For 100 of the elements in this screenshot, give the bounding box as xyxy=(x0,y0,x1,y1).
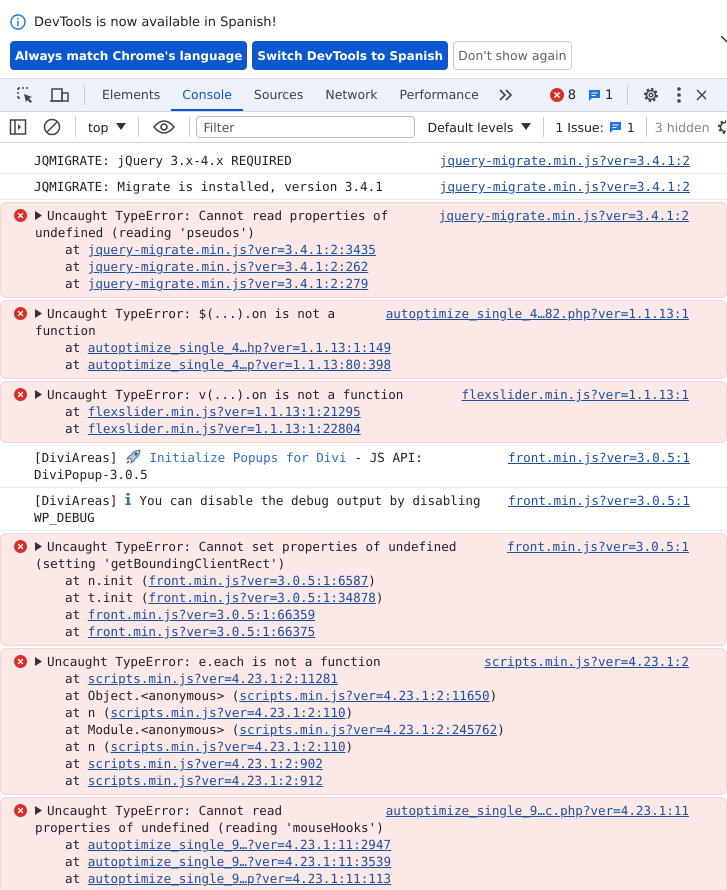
stack-frame-text: at xyxy=(65,340,82,355)
issues-label[interactable]: 1 Issue: xyxy=(555,120,604,134)
message-count[interactable]: 1 xyxy=(605,88,614,102)
info-icon xyxy=(10,14,26,30)
stack-frame-text: ) xyxy=(346,705,354,720)
message-text: function xyxy=(35,323,96,338)
source-link[interactable]: jquery-migrate.min.js?ver=3.4.1:2 xyxy=(440,178,690,195)
expand-icon[interactable] xyxy=(35,806,42,815)
stack-frame-text: at xyxy=(65,773,82,788)
error-icon xyxy=(14,307,27,320)
error-icon xyxy=(14,540,27,553)
stack-frame-link[interactable]: autoptimize_single_4…hp?ver=1.1.13:1:149 xyxy=(88,340,392,355)
stack-frame-text: at n.init ( xyxy=(65,573,148,588)
source-link[interactable]: front.min.js?ver=3.0.5:1 xyxy=(508,492,690,509)
stack-frame-text: at xyxy=(65,871,82,886)
tab[interactable]: Console xyxy=(171,79,243,111)
stack-frame-link[interactable]: autoptimize_single_4…p?ver=1.1.13:80:398 xyxy=(88,357,392,372)
more-options-icon[interactable] xyxy=(676,86,682,104)
stack-frame-link[interactable]: scripts.min.js?ver=4.23.1:2:110 xyxy=(110,705,346,720)
expand-icon[interactable] xyxy=(35,657,42,666)
stack-frame-link[interactable]: jquery-migrate.min.js?ver=3.4.1:2:3435 xyxy=(88,242,376,257)
message-text: Uncaught TypeError: Cannot read properties of xyxy=(47,208,388,223)
message-icon xyxy=(588,88,602,102)
stack-frame-text: at xyxy=(65,259,82,274)
stack-frame-link[interactable]: front.min.js?ver=3.0.5:1:66375 xyxy=(88,624,316,639)
stack-frame-text: at xyxy=(65,624,82,639)
message-text: You can disable the debug output by disabling xyxy=(139,493,481,508)
stack-frame-text: at xyxy=(65,671,82,686)
message-text: properties of undefined (reading 'mouseHooks') xyxy=(35,820,384,835)
stack-frame-link[interactable]: autoptimize_single_9…p?ver=4.23.1:11:113 xyxy=(88,871,392,886)
stack-frame-link[interactable]: flexslider.min.js?ver=1.1.13:1:22804 xyxy=(88,421,361,436)
stack-frame-link[interactable]: jquery-migrate.min.js?ver=3.4.1:2:262 xyxy=(88,259,368,274)
stack-frame-link[interactable]: jquery-migrate.min.js?ver=3.4.1:2:279 xyxy=(88,276,368,291)
info-icon xyxy=(125,493,132,505)
source-link[interactable]: scripts.min.js?ver=4.23.1:2 xyxy=(484,653,689,670)
stack-frame-link[interactable]: flexslider.min.js?ver=1.1.13:1:21295 xyxy=(88,404,361,419)
source-link[interactable]: front.min.js?ver=3.0.5:1 xyxy=(507,538,689,555)
tab[interactable]: Performance xyxy=(388,79,490,111)
source-link[interactable]: autoptimize_single_4…82.php?ver=1.1.13:1 xyxy=(386,305,689,322)
message-text: (setting 'getBoundingClientRect') xyxy=(35,556,286,571)
sidebar-icon[interactable] xyxy=(9,118,27,136)
expand-icon[interactable] xyxy=(35,211,42,220)
stack-frame-text: at n ( xyxy=(65,705,110,720)
stack-frame-link[interactable]: front.min.js?ver=3.0.5:1:66359 xyxy=(88,607,316,622)
stack-frame-link[interactable]: scripts.min.js?ver=4.23.1:2:902 xyxy=(88,756,323,771)
more-tabs-icon[interactable] xyxy=(498,88,514,102)
message-text: Uncaught TypeError: Cannot read xyxy=(47,803,282,818)
stack-frame-text: ) xyxy=(376,590,384,605)
expand-icon[interactable] xyxy=(35,542,42,551)
settings-icon[interactable] xyxy=(716,118,726,136)
error-icon xyxy=(14,655,27,668)
filter-field[interactable]: Filter xyxy=(196,116,416,138)
eye-icon[interactable] xyxy=(153,120,176,134)
caret-icon xyxy=(116,123,126,131)
stack-frame-text: at xyxy=(65,404,82,419)
context-dropdown[interactable]: top xyxy=(82,120,132,134)
message-text: [DiviAreas] xyxy=(34,493,118,508)
message-text: Initialize Popups for Divi xyxy=(149,450,347,465)
issues-count[interactable]: 1 xyxy=(626,120,635,134)
error-count[interactable]: 8 xyxy=(568,88,576,102)
expand-icon[interactable] xyxy=(35,390,42,399)
infobar-button[interactable]: Don't show again xyxy=(453,41,572,70)
infobar-button[interactable]: Switch DevTools to Spanish xyxy=(252,41,448,70)
inspect-icon[interactable] xyxy=(16,86,34,104)
source-link[interactable]: front.min.js?ver=3.0.5:1 xyxy=(508,449,690,466)
levels-dropdown[interactable]: Default levels xyxy=(421,120,538,134)
infobar-button[interactable]: Always match Chrome's language xyxy=(10,41,248,70)
tab[interactable]: Sources xyxy=(242,79,314,111)
device-icon[interactable] xyxy=(50,86,70,104)
source-link[interactable]: autoptimize_single_9…c.php?ver=4.23.1:11 xyxy=(386,802,689,819)
stack-frame-link[interactable]: scripts.min.js?ver=4.23.1:2:245762 xyxy=(239,722,498,737)
source-link[interactable]: jquery-migrate.min.js?ver=3.4.1:2 xyxy=(440,152,690,169)
stack-frame-text: at xyxy=(65,421,82,436)
rocket-icon xyxy=(125,449,142,465)
stack-frame-link[interactable]: autoptimize_single_9…?ver=4.23.1:11:3539 xyxy=(88,854,392,869)
stack-frame-text: at xyxy=(65,854,82,869)
stack-frame-text: at Object.<anonymous> ( xyxy=(65,688,240,703)
message-text: Uncaught TypeError: $(...).on is not a xyxy=(47,306,336,321)
message-text: - JS API: xyxy=(354,450,423,465)
stack-frame-link[interactable]: autoptimize_single_9…?ver=4.23.1:11:2947 xyxy=(88,837,392,852)
stack-frame-text: ) xyxy=(346,739,354,754)
stack-frame-link[interactable]: front.min.js?ver=3.0.5:1:34878 xyxy=(148,590,376,605)
stack-frame-link[interactable]: scripts.min.js?ver=4.23.1:2:11650 xyxy=(239,688,490,703)
tab[interactable]: Elements xyxy=(91,79,172,111)
source-link[interactable]: jquery-migrate.min.js?ver=3.4.1:2 xyxy=(438,207,689,224)
stack-frame-link[interactable]: scripts.min.js?ver=4.23.1:2:110 xyxy=(110,739,346,754)
stack-frame-text: at xyxy=(65,756,82,771)
settings-icon[interactable] xyxy=(642,86,660,104)
stack-frame-link[interactable]: front.min.js?ver=3.0.5:1:6587 xyxy=(148,573,368,588)
stack-frame-text: at xyxy=(65,357,82,372)
message-text: undefined (reading 'pseudos') xyxy=(35,225,255,240)
hidden-count: 3 hidden xyxy=(654,120,710,134)
clear-icon[interactable] xyxy=(43,118,61,136)
stack-frame-link[interactable]: scripts.min.js?ver=4.23.1:2:912 xyxy=(88,773,323,788)
expand-icon[interactable] xyxy=(35,309,42,318)
source-link[interactable]: flexslider.min.js?ver=1.1.13:1 xyxy=(462,386,689,403)
message-text: JQMIGRATE: jQuery 3.x-4.x REQUIRED xyxy=(34,153,292,168)
tab[interactable]: Network xyxy=(314,79,389,111)
message-text: WP_DEBUG xyxy=(34,510,95,525)
stack-frame-link[interactable]: scripts.min.js?ver=4.23.1:2:11281 xyxy=(88,671,338,686)
